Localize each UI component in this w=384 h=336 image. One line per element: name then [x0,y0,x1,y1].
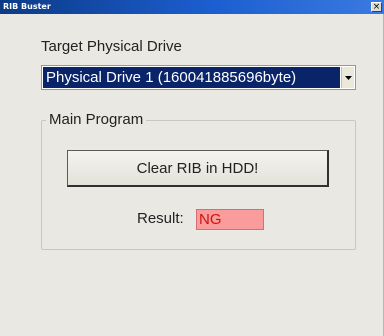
app-window: RIB Buster × Target Physical Drive Physi… [0,0,384,336]
drive-select-value[interactable]: Physical Drive 1 (160041885696byte) [43,67,340,88]
window-title: RIB Buster [3,2,51,11]
clear-rib-button[interactable]: Clear RIB in HDD! [67,150,329,187]
title-bar[interactable]: RIB Buster × [0,0,384,14]
chevron-down-icon [344,75,352,80]
drive-select[interactable]: Physical Drive 1 (160041885696byte) [41,65,356,90]
target-drive-label: Target Physical Drive [41,38,182,55]
group-legend: Main Program [46,111,147,128]
result-field: NG [196,209,264,230]
dropdown-button[interactable] [341,67,354,88]
close-icon: × [372,2,381,12]
close-button[interactable]: × [371,2,382,12]
main-program-group: Main Program Clear RIB in HDD! Result: N… [41,111,356,250]
result-label: Result: [137,210,184,227]
